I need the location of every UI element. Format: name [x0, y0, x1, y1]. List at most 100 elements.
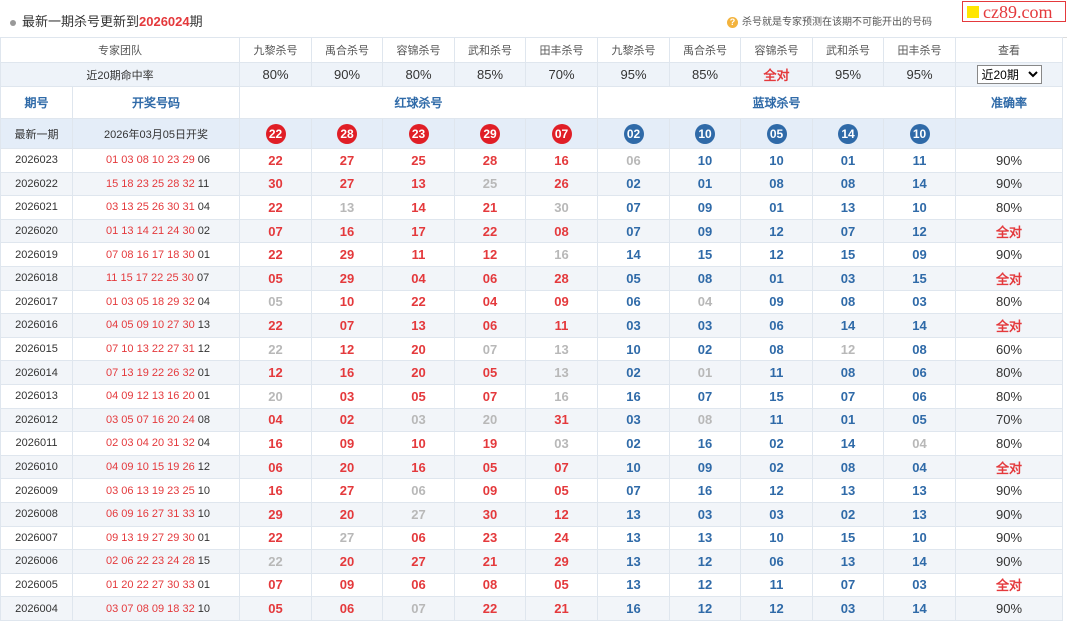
red-kill-number: 23 — [454, 525, 526, 551]
blue-kill-number: 09 — [883, 242, 956, 267]
red-kill-number: 06 — [311, 596, 383, 621]
issue-number: 2026011 — [0, 431, 73, 456]
accuracy-value: 全对 — [955, 218, 1063, 244]
draw-numbers: 01 03 08 10 23 29 06 — [72, 148, 240, 173]
hit-rate: 95% — [883, 62, 956, 87]
table-row: 2026012 03 05 07 16 20 24 08 04 02 03 20 31 03 0… — [0, 407, 1063, 433]
blue-kill-cell: 10 — [669, 118, 741, 149]
draw-numbers: 11 15 17 22 25 30 07 — [72, 265, 240, 291]
draw-red-numbers: 09 13 19 27 29 30 — [106, 531, 195, 544]
red-kill-number: 06 — [239, 454, 312, 480]
accuracy-value: 80% — [955, 383, 1063, 409]
blue-kill-number: 08 — [740, 171, 813, 197]
accuracy-value: 全对 — [955, 313, 1063, 338]
blue-kill-number: 03 — [812, 596, 884, 621]
draw-blue-number: 01 — [197, 366, 211, 379]
table-row: 2026017 01 03 05 18 29 32 04 05 10 22 04 09 06 0… — [0, 289, 1063, 315]
blue-kill-number: 01 — [740, 265, 813, 291]
blue-kill-number: 01 — [669, 171, 741, 197]
accuracy-value: 90% — [955, 242, 1063, 267]
expert-name: 禹合杀号 — [669, 37, 741, 63]
range-select[interactable]: 近20期 — [976, 65, 1042, 84]
latest-date: 2026年03月05日开奖 — [72, 118, 240, 149]
blue-kill-number: 10 — [597, 454, 670, 480]
red-kill-number: 07 — [525, 454, 598, 480]
blue-kill-number: 15 — [883, 265, 956, 291]
draw-numbers: 02 03 04 20 31 32 04 — [72, 431, 240, 456]
red-kill-number: 13 — [525, 360, 598, 385]
blue-kill-number: 09 — [669, 454, 741, 480]
expert-name: 九黎杀号 — [597, 37, 670, 63]
red-kill-number: 06 — [382, 525, 455, 551]
red-kill-number: 03 — [382, 407, 455, 433]
blue-kill-number: 07 — [597, 195, 670, 220]
red-kill-number: 24 — [525, 525, 598, 551]
blue-kill-number: 12 — [883, 218, 956, 244]
logo-text: cz89.com — [983, 2, 1053, 22]
red-kill-number: 21 — [454, 549, 526, 574]
red-kill-number: 09 — [525, 289, 598, 315]
red-kill-number: 20 — [239, 383, 312, 409]
red-kill-number: 27 — [382, 549, 455, 574]
blue-kill-number: 02 — [669, 336, 741, 362]
table-row: 2026022 15 18 23 25 28 32 11 30 27 13 25 26 02 0… — [0, 171, 1063, 197]
blue-kill-number: 12 — [812, 336, 884, 362]
red-kill-number: 09 — [311, 572, 383, 598]
expert-name: 容锦杀号 — [740, 37, 813, 63]
red-kill-number: 22 — [454, 596, 526, 621]
draw-blue-number: 01 — [197, 248, 211, 261]
red-kill-number: 22 — [382, 289, 455, 315]
draw-red-numbers: 06 09 16 27 31 33 — [106, 508, 195, 521]
issue-number: 2026010 — [0, 454, 73, 480]
red-kill-cell: 29 — [454, 118, 526, 149]
draw-numbers: 09 13 19 27 29 30 01 — [72, 525, 240, 551]
issue-number: 2026014 — [0, 360, 73, 385]
red-kill-number: 29 — [239, 501, 312, 527]
accuracy-value: 90% — [955, 478, 1063, 503]
red-kill-number: 05 — [525, 478, 598, 503]
issue-number: 2026012 — [0, 407, 73, 433]
blue-kill-number: 12 — [669, 572, 741, 598]
hit-rate: 85% — [669, 62, 741, 87]
blue-kill-number: 02 — [597, 431, 670, 456]
blue-kill-number: 13 — [597, 501, 670, 527]
hit-rate: 70% — [525, 62, 598, 87]
accuracy-value: 90% — [955, 596, 1063, 621]
draw-red-numbers: 04 05 09 10 27 30 — [106, 319, 195, 332]
draw-red-numbers: 07 13 19 22 26 32 — [106, 366, 195, 379]
blue-kill-number: 10 — [740, 148, 813, 173]
blue-kill-number: 03 — [883, 572, 956, 598]
table-row: 2026019 07 08 16 17 18 30 01 22 29 11 12 16 14 1… — [0, 242, 1063, 267]
draw-numbers: 06 09 16 27 31 33 10 — [72, 501, 240, 527]
red-kill-number: 17 — [382, 218, 455, 244]
blue-kill-number: 16 — [597, 596, 670, 621]
tip-label: 杀号就是专家预测在该期不可能开出的号码 — [742, 17, 932, 28]
table-row: 2026020 01 13 14 21 24 30 02 07 16 17 22 08 07 0… — [0, 218, 1063, 244]
blue-ball: 02 — [623, 123, 644, 144]
draw-numbers: 01 03 05 18 29 32 04 — [72, 289, 240, 315]
red-kill-number: 29 — [311, 242, 383, 267]
red-kill-number: 29 — [311, 265, 383, 291]
red-kill-number: 16 — [382, 454, 455, 480]
red-kill-number: 06 — [454, 313, 526, 338]
table-row: 2026010 04 09 10 15 19 26 12 06 20 16 05 07 10 0… — [0, 454, 1063, 480]
red-kill-number: 03 — [525, 431, 598, 456]
red-kill-number: 05 — [454, 360, 526, 385]
table-row: 2026007 09 13 19 27 29 30 01 22 27 06 23 24 13 1… — [0, 525, 1063, 551]
blue-kill-number: 06 — [740, 549, 813, 574]
red-kill-number: 16 — [239, 478, 312, 503]
blue-kill-number: 12 — [740, 218, 813, 244]
red-ball: 22 — [265, 123, 286, 144]
draw-blue-number: 04 — [197, 201, 211, 214]
red-kill-number: 16 — [311, 218, 383, 244]
draw-blue-number: 08 — [197, 413, 211, 426]
blue-kill-number: 12 — [740, 596, 813, 621]
column-header-row: 期号 开奖号码 红球杀号 蓝球杀号 准确率 — [0, 86, 1063, 119]
blue-kill-number: 03 — [597, 407, 670, 433]
red-kill-number: 21 — [525, 596, 598, 621]
blue-kill-number: 07 — [812, 383, 884, 409]
red-kill-number: 20 — [311, 501, 383, 527]
site-logo[interactable]: cz89.com — [962, 1, 1066, 22]
blue-kill-number: 09 — [740, 289, 813, 315]
issue-number: 2026019 — [0, 242, 73, 267]
